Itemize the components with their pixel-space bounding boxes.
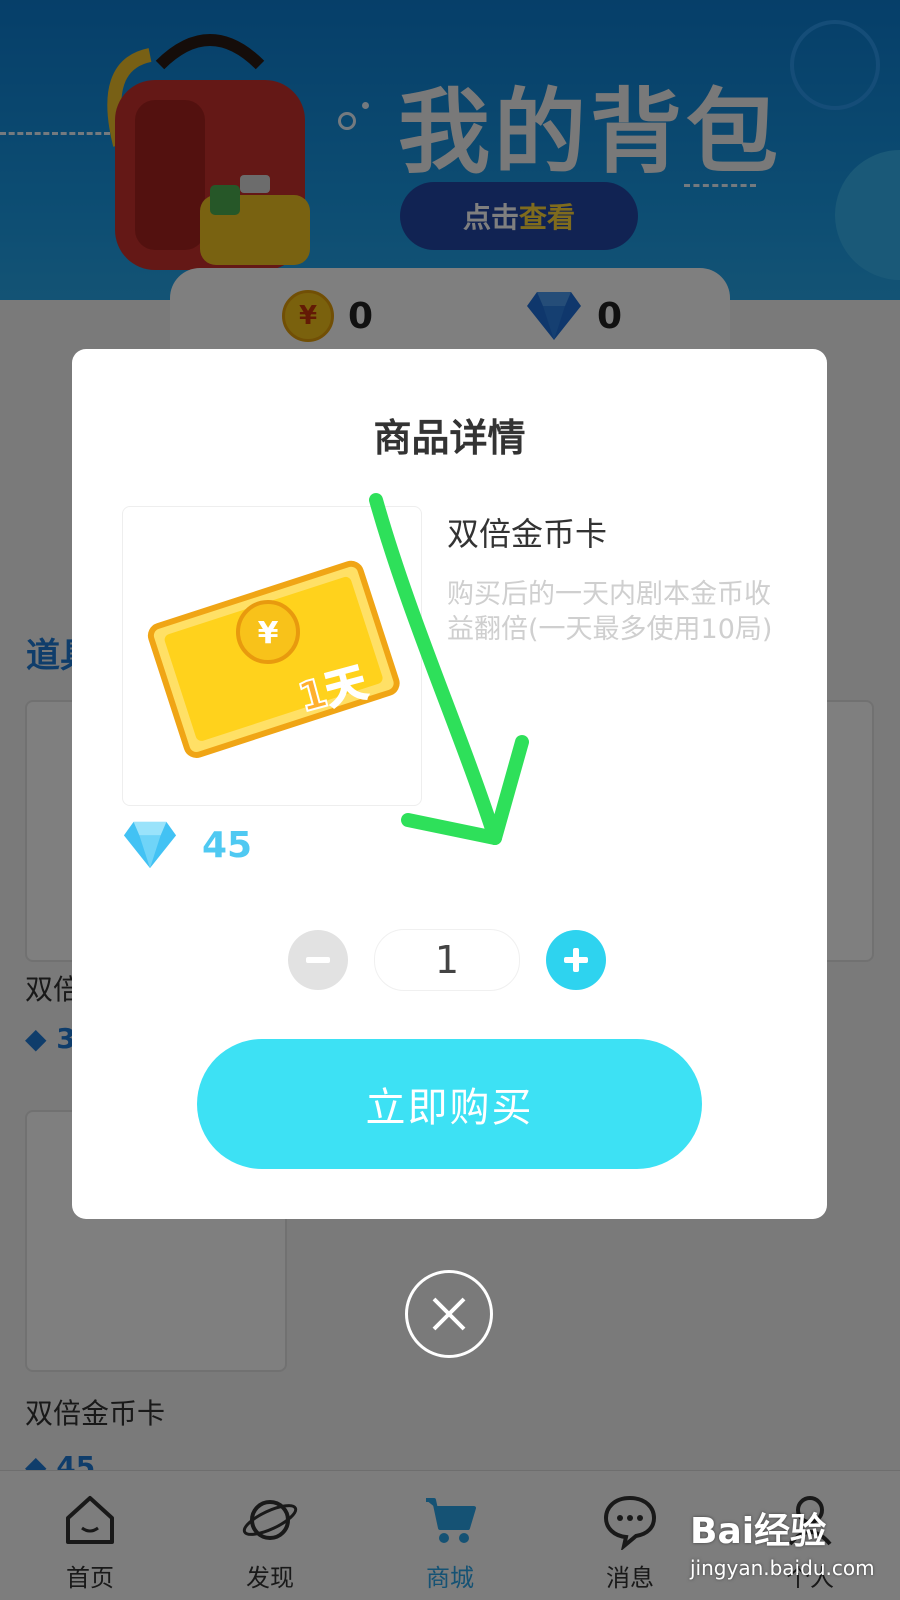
plus-icon bbox=[564, 948, 588, 972]
product-detail-dialog: 商品详情 ¥ 1天 双倍金币卡 购买后的一天内剧本金币收益翻倍(一天最多使用10… bbox=[72, 349, 827, 1219]
quantity-input[interactable] bbox=[374, 929, 520, 991]
product-description: 购买后的一天内剧本金币收益翻倍(一天最多使用10局) bbox=[447, 579, 773, 645]
baidu-watermark: Bai经验 jingyan.baidu.com bbox=[690, 1502, 875, 1580]
product-name: 双倍金币卡 bbox=[447, 515, 608, 553]
minus-icon bbox=[306, 957, 330, 963]
dialog-title: 商品详情 bbox=[373, 416, 526, 460]
close-dialog-button[interactable] bbox=[405, 1270, 493, 1358]
diamond-icon bbox=[123, 821, 177, 869]
decrease-quantity-button[interactable] bbox=[288, 930, 348, 990]
product-price: 45 bbox=[122, 819, 252, 871]
price-value: 45 bbox=[202, 824, 253, 866]
quantity-stepper bbox=[288, 929, 606, 991]
gold-card-icon: ¥ 1天 bbox=[147, 560, 400, 758]
increase-quantity-button[interactable] bbox=[546, 930, 606, 990]
watermark-url: jingyan.baidu.com bbox=[690, 1556, 875, 1580]
product-image: ¥ 1天 bbox=[122, 506, 422, 806]
svg-text:¥: ¥ bbox=[258, 616, 279, 651]
close-icon bbox=[432, 1297, 466, 1331]
watermark-brand: Bai经验 bbox=[690, 1511, 827, 1552]
buy-now-button[interactable]: 立即购买 bbox=[197, 1039, 702, 1169]
